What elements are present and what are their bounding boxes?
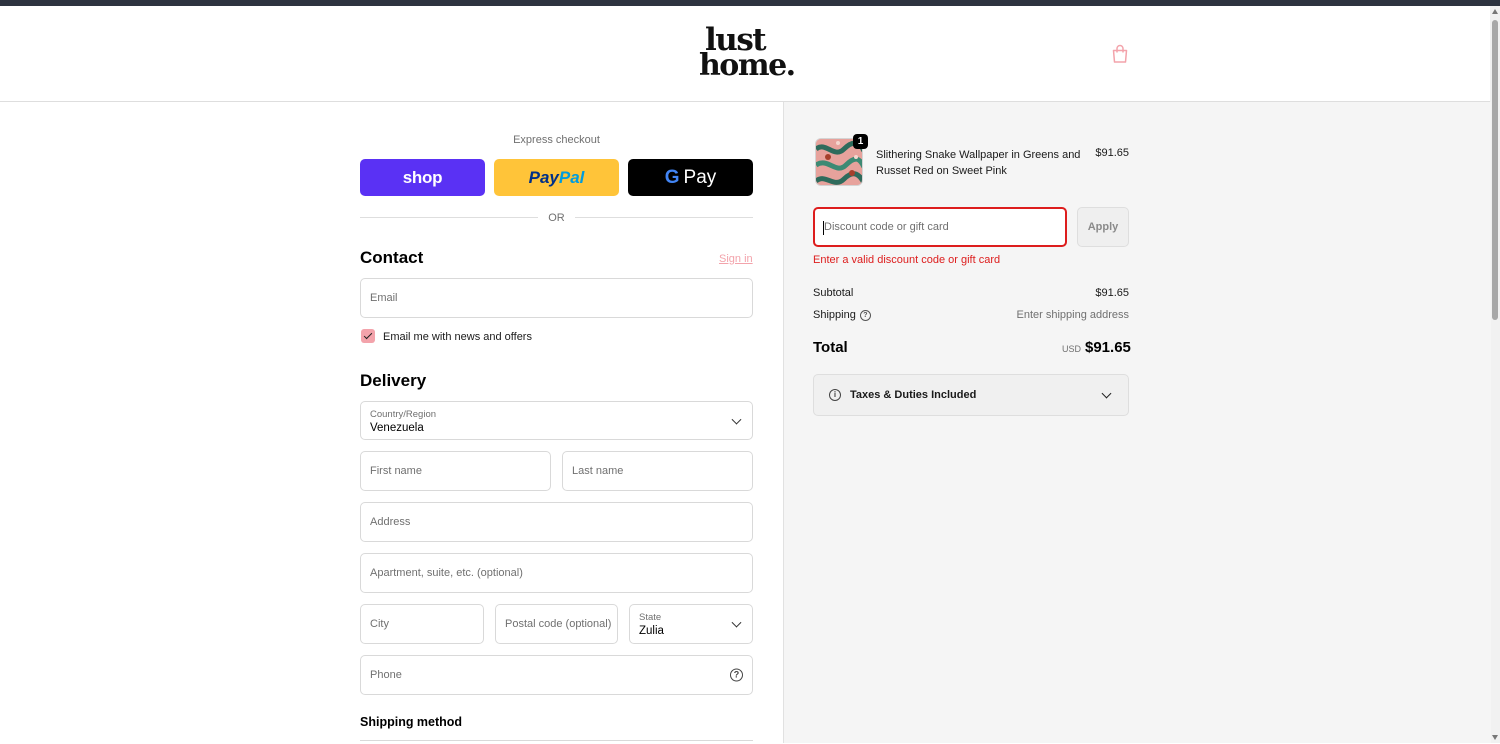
total-value: $91.65 — [1085, 339, 1131, 356]
state-value: Zulia — [639, 625, 664, 637]
google-g-icon: G — [664, 166, 680, 188]
discount-error-message: Enter a valid discount code or gift card — [813, 254, 1001, 266]
or-divider-label: OR — [548, 212, 565, 224]
shipping-method-heading: Shipping method — [360, 715, 463, 729]
logo-line-2: home. — [699, 48, 796, 83]
or-divider-right — [575, 217, 753, 218]
last-name-placeholder: Last name — [572, 465, 624, 477]
country-value: Venezuela — [370, 422, 424, 434]
postal-code-placeholder: Postal code (optional) — [505, 618, 612, 630]
quantity-badge: 1 — [853, 134, 868, 149]
chevron-down-icon — [731, 617, 742, 628]
express-checkout-label: Express checkout — [513, 134, 600, 146]
page-scrollbar[interactable] — [1490, 6, 1500, 743]
total-currency: USD — [1061, 344, 1081, 354]
shopping-bag-icon[interactable] — [1111, 44, 1129, 64]
country-select[interactable]: Country/Region Venezuela — [360, 401, 753, 440]
last-name-field[interactable]: Last name — [562, 451, 753, 491]
shop-pay-button[interactable]: shop — [360, 159, 485, 196]
shipping-label-row: Shipping? — [813, 309, 871, 321]
taxes-duties-label: Taxes & Duties Included — [850, 389, 977, 401]
scroll-down-icon[interactable] — [1492, 735, 1498, 740]
or-divider-left — [360, 217, 538, 218]
shipping-value: Enter shipping address — [1016, 309, 1129, 321]
chevron-down-icon — [1101, 388, 1112, 399]
question-circle-icon[interactable]: ? — [859, 309, 871, 321]
sign-in-link[interactable]: Sign in — [719, 253, 753, 265]
total-label: Total — [813, 339, 848, 356]
product-price: $91.65 — [1095, 147, 1129, 159]
product-name: Slithering Snake Wallpaper in Greens and… — [876, 149, 1081, 177]
paypal-label-part1: Pay — [528, 167, 559, 187]
phone-field[interactable]: Phone ? — [360, 655, 753, 695]
first-name-field[interactable]: First name — [360, 451, 551, 491]
delivery-heading: Delivery — [360, 371, 427, 390]
phone-placeholder: Phone — [370, 669, 402, 681]
paypal-label-part2: Pal — [558, 167, 585, 187]
email-field[interactable]: Email — [360, 278, 753, 318]
city-field[interactable]: City — [360, 604, 484, 644]
subtotal-value: $91.65 — [1095, 287, 1129, 299]
contact-heading: Contact — [360, 248, 424, 267]
scroll-up-icon[interactable] — [1492, 9, 1498, 14]
state-label: State — [639, 612, 662, 623]
question-circle-icon[interactable]: ? — [730, 668, 743, 682]
apply-discount-button[interactable]: Apply — [1077, 207, 1129, 247]
country-label: Country/Region — [370, 409, 437, 420]
scrollbar-thumb[interactable] — [1492, 20, 1498, 320]
site-header: lust home. — [0, 6, 1490, 102]
newsletter-label: Email me with news and offers — [383, 331, 532, 343]
subtotal-label: Subtotal — [813, 287, 854, 299]
email-placeholder: Email — [370, 292, 398, 304]
apartment-placeholder: Apartment, suite, etc. (optional) — [370, 567, 523, 579]
google-pay-button[interactable]: G Pay — [628, 159, 753, 196]
shipping-label: Shipping — [813, 309, 856, 321]
taxes-duties-disclosure[interactable]: i Taxes & Duties Included — [813, 374, 1129, 416]
paypal-button[interactable]: Pay Pal — [494, 159, 619, 196]
chevron-down-icon — [731, 414, 742, 425]
discount-code-input[interactable]: Discount code or gift card — [813, 207, 1067, 247]
google-pay-label: Pay — [683, 166, 717, 188]
order-summary-panel — [783, 102, 1491, 743]
address-field[interactable]: Address — [360, 502, 753, 542]
apartment-field[interactable]: Apartment, suite, etc. (optional) — [360, 553, 753, 593]
shop-pay-label: shop — [402, 167, 443, 187]
city-placeholder: City — [370, 618, 389, 630]
store-logo[interactable]: lust home. — [699, 25, 799, 83]
newsletter-checkbox[interactable] — [361, 329, 375, 343]
discount-placeholder: Discount code or gift card — [824, 221, 949, 233]
address-placeholder: Address — [370, 516, 411, 528]
shipping-method-box-edge — [360, 740, 753, 744]
state-select[interactable]: State Zulia — [629, 604, 753, 644]
info-circle-icon: i — [829, 389, 841, 401]
postal-code-field[interactable]: Postal code (optional) — [495, 604, 618, 644]
first-name-placeholder: First name — [370, 465, 422, 477]
